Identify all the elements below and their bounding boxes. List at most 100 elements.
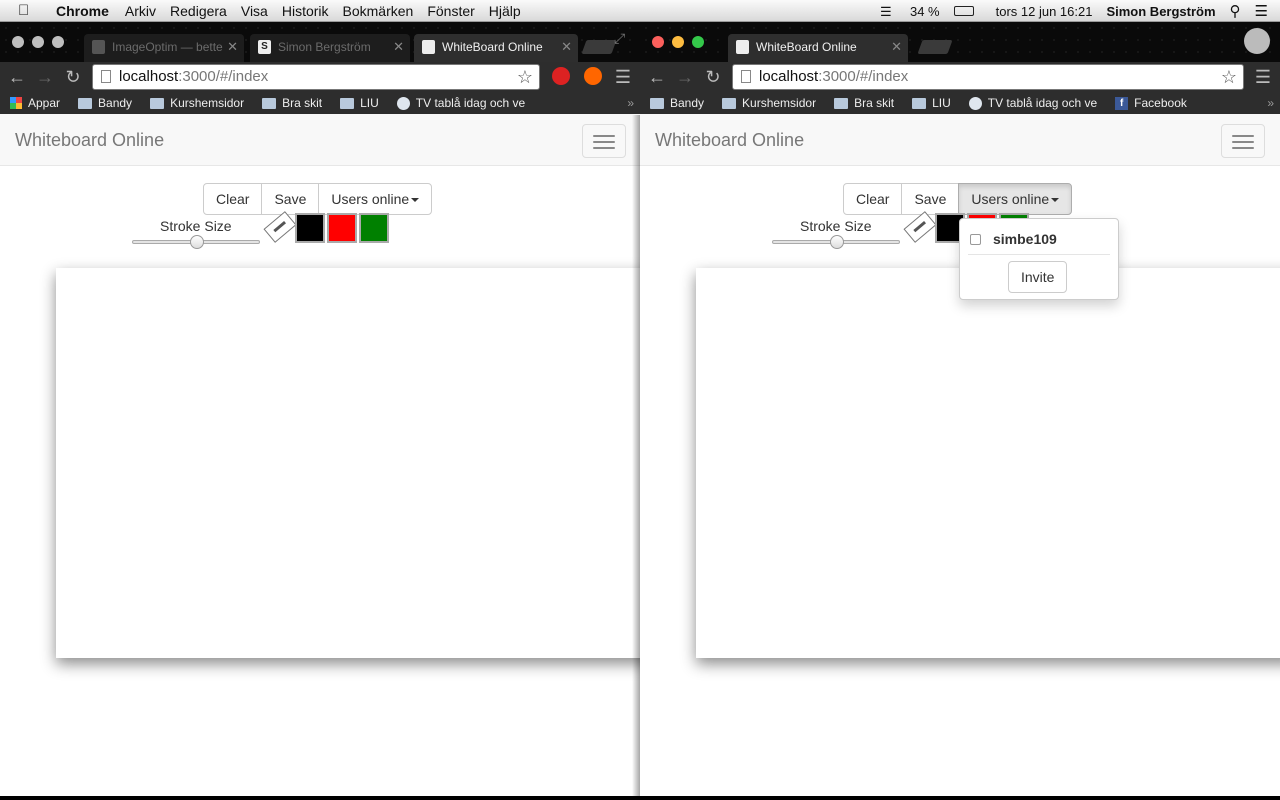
bookmark-tv[interactable]: TV tablå idag och ve	[396, 96, 525, 110]
window-edge-shadow	[632, 115, 640, 796]
bookmark-tv[interactable]: TV tablå idag och ve	[968, 96, 1097, 110]
address-bar[interactable]: localhost:3000/#/index ☆	[92, 64, 540, 90]
new-tab-button[interactable]	[581, 40, 617, 54]
apps-icon	[10, 97, 22, 109]
save-button[interactable]: Save	[261, 183, 320, 215]
minimize-window-button[interactable]	[32, 36, 44, 48]
zoom-window-button[interactable]	[52, 36, 64, 48]
menu-arkiv[interactable]: Arkiv	[125, 3, 156, 19]
close-window-button[interactable]	[12, 36, 24, 48]
zoom-window-button[interactable]	[692, 36, 704, 48]
back-icon[interactable]: ←	[6, 66, 28, 88]
reload-icon[interactable]: ↻	[62, 66, 84, 88]
chrome-menu-icon[interactable]: ☰	[1252, 66, 1274, 88]
bookmarks-more-icon[interactable]: »	[627, 92, 634, 114]
desktop-edge	[0, 796, 1280, 800]
stroke-size-slider[interactable]	[132, 235, 260, 249]
reload-icon[interactable]: ↻	[702, 66, 724, 88]
tab-label: Simon Bergström	[278, 40, 371, 54]
user-list-item[interactable]: simbe109	[970, 231, 1057, 247]
tab-close-icon[interactable]: ✕	[891, 34, 902, 60]
eraser-icon[interactable]	[263, 211, 297, 243]
color-swatch-red[interactable]	[327, 213, 357, 243]
user-name[interactable]: Simon Bergström	[1106, 4, 1215, 19]
app-brand[interactable]: Whiteboard Online	[15, 130, 164, 151]
menu-fonster[interactable]: Fönster	[427, 3, 474, 19]
bookmark-star-icon[interactable]: ☆	[1221, 65, 1237, 89]
drawing-canvas[interactable]	[56, 268, 640, 658]
app-brand[interactable]: Whiteboard Online	[655, 130, 804, 151]
save-button[interactable]: Save	[901, 183, 960, 215]
apple-icon[interactable]: 	[18, 2, 38, 19]
bookmark-appar[interactable]: Appar	[10, 96, 60, 110]
menu-redigera[interactable]: Redigera	[170, 3, 227, 19]
minimize-window-button[interactable]	[672, 36, 684, 48]
bookmark-liu[interactable]: LIU	[912, 96, 951, 110]
tab-favicon	[92, 40, 105, 54]
bookmark-bra-skit[interactable]: Bra skit	[262, 96, 322, 110]
menu-visa[interactable]: Visa	[241, 3, 268, 19]
wifi-icon[interactable]: ☰	[880, 4, 896, 19]
datetime[interactable]: tors 12 jun 16:21	[996, 4, 1093, 19]
tab-label: ImageOptim — bette	[112, 40, 223, 54]
color-swatch-black[interactable]	[295, 213, 325, 243]
status-area: ☰ 34 % tors 12 jun 16:21 Simon Bergström…	[866, 0, 1280, 22]
bookmark-bandy[interactable]: Bandy	[78, 96, 132, 110]
invite-button[interactable]: Invite	[1008, 261, 1068, 293]
menu-historik[interactable]: Historik	[282, 3, 329, 19]
fullscreen-icon[interactable]: ⤢	[614, 30, 625, 47]
slider-thumb[interactable]	[830, 235, 844, 249]
menu-app-name[interactable]: Chrome	[56, 3, 109, 19]
menu-hjalp[interactable]: Hjälp	[489, 3, 521, 19]
back-icon[interactable]: ←	[646, 66, 668, 88]
menu-bokmarken[interactable]: Bokmärken	[343, 3, 414, 19]
eraser-icon[interactable]	[903, 211, 937, 243]
tab-close-icon[interactable]: ✕	[561, 34, 572, 60]
clear-button[interactable]: Clear	[843, 183, 903, 215]
drawing-canvas[interactable]	[696, 268, 1280, 658]
extension-fire-icon[interactable]	[584, 67, 602, 85]
clear-button[interactable]: Clear	[203, 183, 263, 215]
battery-percent[interactable]: 34 %	[910, 4, 940, 19]
tab-close-icon[interactable]: ✕	[393, 34, 404, 60]
bookmark-bandy[interactable]: Bandy	[650, 96, 704, 110]
navbar-toggle-button[interactable]	[1221, 124, 1265, 158]
forward-icon[interactable]: →	[674, 66, 696, 88]
address-bar[interactable]: localhost:3000/#/index ☆	[732, 64, 1244, 90]
adblock-icon[interactable]	[552, 67, 570, 85]
slider-thumb[interactable]	[190, 235, 204, 249]
bookmark-star-icon[interactable]: ☆	[517, 65, 533, 89]
bookmark-bra-skit[interactable]: Bra skit	[834, 96, 894, 110]
users-online-button[interactable]: Users online	[958, 183, 1073, 215]
tab-simon[interactable]: S Simon Bergström ✕	[250, 34, 410, 62]
users-online-button[interactable]: Users online	[318, 183, 433, 215]
spotlight-icon[interactable]: ⚲	[1230, 2, 1241, 20]
caret-down-icon	[411, 198, 420, 203]
url-path: :3000/#/index	[178, 68, 269, 85]
forward-icon[interactable]: →	[34, 66, 56, 88]
battery-icon[interactable]	[953, 6, 974, 16]
stroke-size-slider[interactable]	[772, 235, 900, 249]
tab-whiteboard[interactable]: WhiteBoard Online ✕	[728, 34, 908, 62]
tab-imageoptim[interactable]: ImageOptim — bette ✕	[84, 34, 244, 62]
tab-whiteboard[interactable]: WhiteBoard Online ✕	[414, 34, 578, 62]
notification-center-icon[interactable]: ☰	[1255, 2, 1268, 20]
bookmarks-more-icon[interactable]: »	[1267, 92, 1274, 114]
close-window-button[interactable]	[652, 36, 664, 48]
incognito-icon	[1244, 28, 1270, 54]
url-host: localhost	[119, 68, 179, 85]
bookmark-kurshemsidor[interactable]: Kurshemsidor	[722, 96, 816, 110]
tab-close-icon[interactable]: ✕	[227, 34, 238, 60]
user-checkbox[interactable]	[970, 233, 981, 245]
bookmark-liu[interactable]: LIU	[340, 96, 379, 110]
bookmark-label: Appar	[28, 96, 61, 110]
bookmark-facebook[interactable]: f Facebook	[1115, 96, 1187, 110]
new-tab-button[interactable]	[917, 40, 953, 54]
chrome-menu-icon[interactable]: ☰	[612, 66, 634, 88]
stroke-size-label: Stroke Size	[160, 218, 232, 234]
navbar-toggle-button[interactable]	[582, 124, 626, 158]
color-swatch-green[interactable]	[359, 213, 389, 243]
bookmark-kurshemsidor[interactable]: Kurshemsidor	[150, 96, 244, 110]
bookmark-label: Bandy	[670, 96, 705, 110]
browser-window-left: ImageOptim — bette ✕ S Simon Bergström ✕…	[0, 22, 640, 796]
